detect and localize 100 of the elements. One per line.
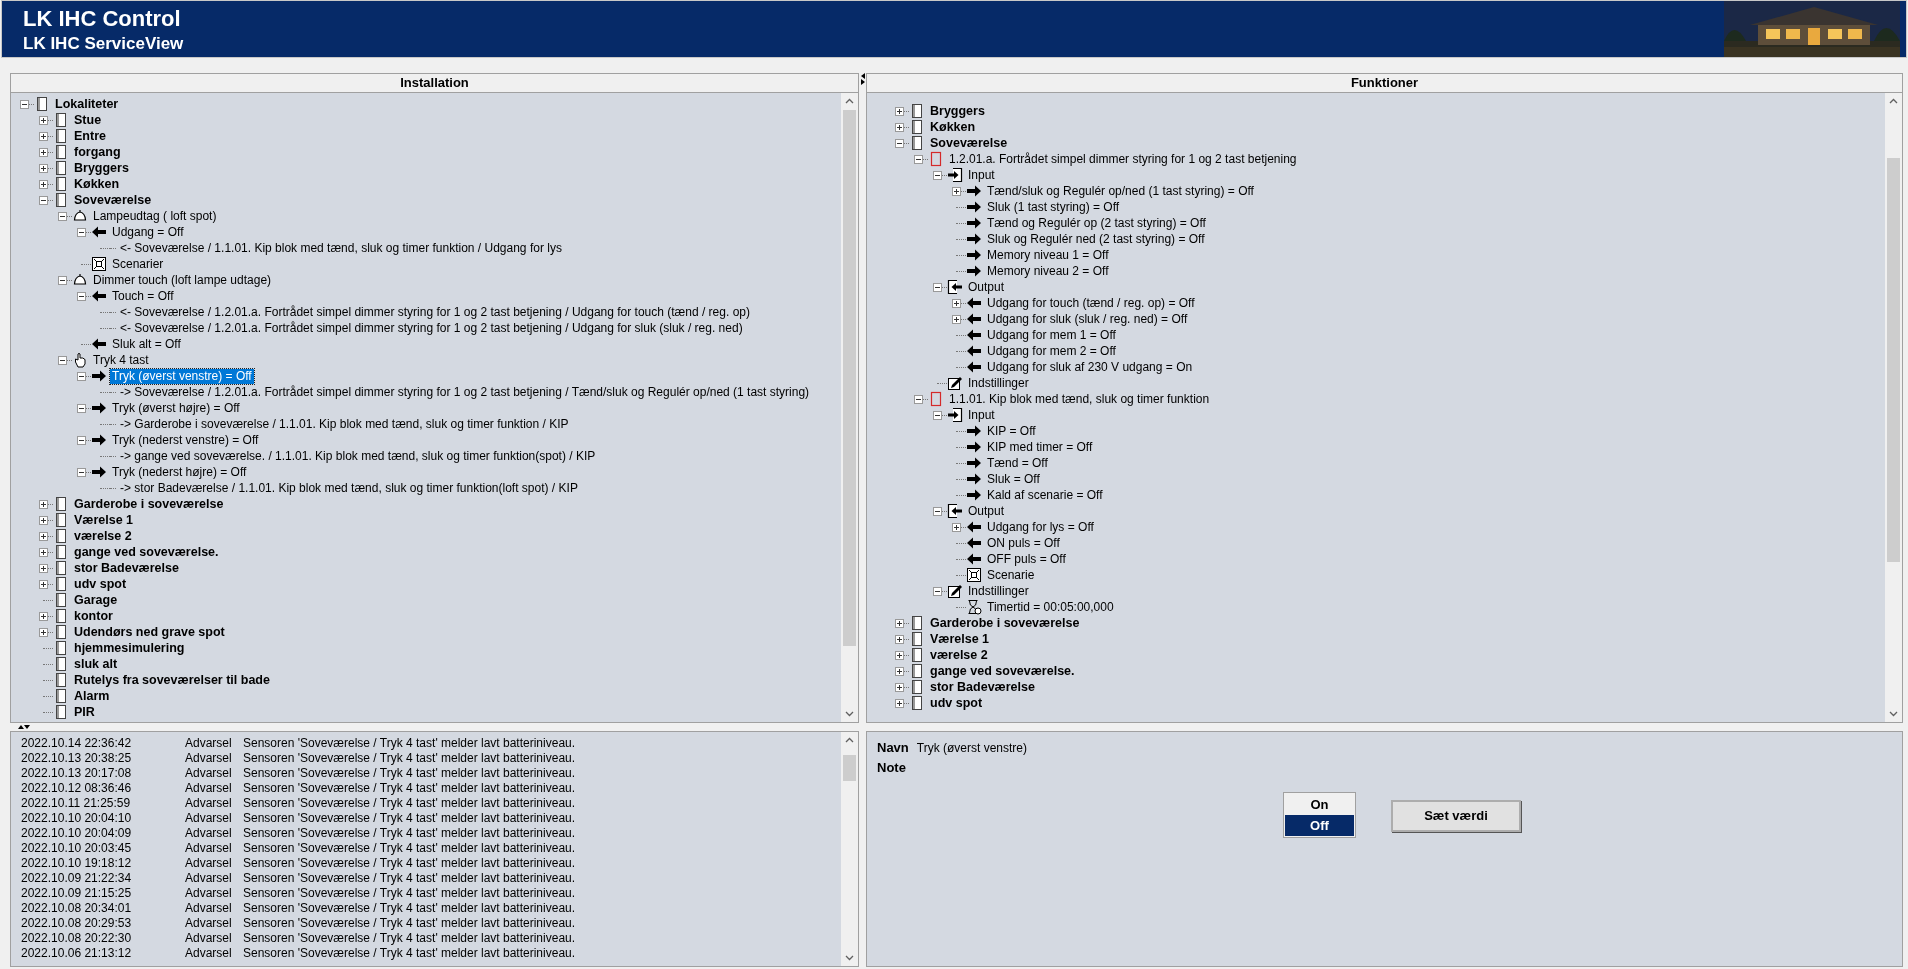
tree-item[interactable]: udv spot bbox=[72, 576, 129, 592]
tree-item[interactable]: Udgang = Off bbox=[110, 224, 186, 240]
tree-item[interactable]: Rutelys fra soveværelser til bade bbox=[72, 672, 272, 688]
tree-item[interactable]: Garderobe i soveværelse bbox=[928, 615, 1082, 631]
tree-item[interactable]: Værelse 1 bbox=[72, 512, 136, 528]
collapse-icon[interactable] bbox=[933, 586, 942, 596]
list-option[interactable]: On bbox=[1285, 794, 1354, 815]
tree-item[interactable]: <- Soveværelse / 1.1.01. Kip blok med tænd, sluk og timer funktion / Udgang for lys bbox=[118, 240, 564, 256]
expand-icon[interactable] bbox=[895, 618, 904, 628]
expand-icon[interactable] bbox=[39, 147, 48, 157]
tree-item[interactable]: -> Soveværelse / 1.2.01.a. Fortrådet simpel dimmer styring for 1 og 2 tast betjening / Tænd/sluk og Regulér op/ned (1 tast styring) bbox=[118, 384, 812, 400]
tree-item[interactable]: 1.2.01.a. Fortrådet simpel dimmer styring for 1 og 2 tast betjening bbox=[947, 151, 1299, 167]
tree-item[interactable]: Scenarie bbox=[985, 567, 1037, 583]
tree-item[interactable]: Lampeudtag ( loft spot) bbox=[91, 208, 219, 224]
tree-item[interactable]: Tryk (øverst højre) = Off bbox=[110, 400, 242, 416]
tree-item[interactable]: -> gange ved soveværelse. / 1.1.01. Kip blok med tænd, sluk og timer funktion(spot) / KIP bbox=[118, 448, 598, 464]
collapse-icon[interactable] bbox=[58, 275, 67, 285]
tree-item[interactable]: Tænd og Regulér op (2 tast styring) = Off bbox=[985, 215, 1208, 231]
tree-item[interactable]: Output bbox=[966, 503, 1007, 519]
expand-icon[interactable] bbox=[952, 298, 961, 308]
tree-item[interactable]: Sluk (1 tast styring) = Off bbox=[985, 199, 1122, 215]
expand-icon[interactable] bbox=[895, 650, 904, 660]
tree-item[interactable]: Bryggers bbox=[72, 160, 131, 176]
tree-item[interactable]: Udgang for touch (tænd / reg. op) = Off bbox=[985, 295, 1197, 311]
expand-icon[interactable] bbox=[39, 163, 48, 173]
tree-item[interactable]: Soveværelse bbox=[928, 135, 1010, 151]
collapse-icon[interactable] bbox=[77, 291, 86, 301]
tree-item[interactable]: hjemmesimulering bbox=[72, 640, 187, 656]
list-option[interactable]: Off bbox=[1285, 815, 1354, 836]
tree-item[interactable]: Tænd = Off bbox=[985, 455, 1050, 471]
tree-item[interactable]: -> Garderobe i soveværelse / 1.1.01. Kip blok med tænd, sluk og timer funktion / KIP bbox=[118, 416, 571, 432]
tree-item[interactable]: Udgang for lys = Off bbox=[985, 519, 1096, 535]
tree-item[interactable]: Udgang for sluk af 230 V udgang = On bbox=[985, 359, 1195, 375]
expand-icon[interactable] bbox=[39, 563, 48, 573]
tree-item[interactable]: kontor bbox=[72, 608, 115, 624]
expand-icon[interactable] bbox=[39, 131, 48, 141]
tree-item[interactable]: Sluk og Regulér ned (2 tast styring) = Off bbox=[985, 231, 1207, 247]
scroll-thumb[interactable] bbox=[843, 110, 856, 646]
tree-item[interactable]: Indstillinger bbox=[966, 375, 1031, 391]
expand-icon[interactable] bbox=[952, 314, 961, 324]
tree-item[interactable]: Bryggers bbox=[928, 103, 987, 119]
tree-item[interactable]: Soveværelse bbox=[72, 192, 154, 208]
collapse-icon[interactable] bbox=[58, 355, 67, 365]
collapse-icon[interactable] bbox=[77, 227, 86, 237]
tree-item[interactable]: Stue bbox=[72, 112, 104, 128]
expand-icon[interactable] bbox=[895, 634, 904, 644]
expand-icon[interactable] bbox=[895, 122, 904, 132]
tree-item[interactable]: Køkken bbox=[928, 119, 978, 135]
tree-item[interactable]: gange ved soveværelse. bbox=[72, 544, 221, 560]
splitter-arrows-icon[interactable] bbox=[17, 724, 31, 730]
tree-item[interactable]: KIP = Off bbox=[985, 423, 1038, 439]
tree-item[interactable]: Tryk 4 tast bbox=[91, 352, 151, 368]
tree-item[interactable]: <- Soveværelse / 1.2.01.a. Fortrådet simpel dimmer styring for 1 og 2 tast betjening / Udgang for sluk (sluk / reg. ned) bbox=[118, 320, 745, 336]
tree-item[interactable]: <- Soveværelse / 1.2.01.a. Fortrådet simpel dimmer styring for 1 og 2 tast betjening / Udgang for touch (tænd / reg. op) bbox=[118, 304, 752, 320]
tree-item[interactable]: KIP med timer = Off bbox=[985, 439, 1095, 455]
tree-item[interactable]: Output bbox=[966, 279, 1007, 295]
tree-item[interactable]: Køkken bbox=[72, 176, 122, 192]
tree-item[interactable]: forgang bbox=[72, 144, 123, 160]
collapse-icon[interactable] bbox=[914, 154, 923, 164]
expand-icon[interactable] bbox=[39, 627, 48, 637]
collapse-icon[interactable] bbox=[914, 394, 923, 404]
expand-icon[interactable] bbox=[895, 666, 904, 676]
tree-item[interactable]: værelse 2 bbox=[72, 528, 134, 544]
expand-icon[interactable] bbox=[895, 682, 904, 692]
expand-icon[interactable] bbox=[39, 531, 48, 541]
collapse-icon[interactable] bbox=[933, 410, 942, 420]
tree-item[interactable]: Memory niveau 1 = Off bbox=[985, 247, 1111, 263]
tree-item[interactable]: sluk alt bbox=[72, 656, 120, 672]
tree-item[interactable]: Garage bbox=[72, 592, 120, 608]
expand-icon[interactable] bbox=[39, 179, 48, 189]
tree-item[interactable]: stor Badeværelse bbox=[72, 560, 181, 576]
tree-item[interactable]: Værelse 1 bbox=[928, 631, 992, 647]
tree-item[interactable]: Timertid = 00:05:00,000 bbox=[985, 599, 1116, 615]
collapse-icon[interactable] bbox=[77, 467, 86, 477]
tree-item[interactable]: Kald af scenarie = Off bbox=[985, 487, 1105, 503]
tree-item[interactable]: gange ved soveværelse. bbox=[928, 663, 1077, 679]
collapse-icon[interactable] bbox=[933, 282, 942, 292]
tree-item[interactable]: Lokaliteter bbox=[53, 96, 121, 112]
tree-item[interactable]: Input bbox=[966, 167, 997, 183]
tree-item[interactable]: -> stor Badeværelse / 1.1.01. Kip blok med tænd, sluk og timer funktion(loft spot) / KIP bbox=[118, 480, 580, 496]
expand-icon[interactable] bbox=[39, 515, 48, 525]
tree-item[interactable]: Touch = Off bbox=[110, 288, 176, 304]
collapse-icon[interactable] bbox=[77, 435, 86, 445]
set-value-button[interactable]: Sæt værdi bbox=[1391, 800, 1521, 832]
tree-item[interactable]: Udgang for mem 2 = Off bbox=[985, 343, 1118, 359]
collapse-icon[interactable] bbox=[895, 138, 904, 148]
expand-icon[interactable] bbox=[39, 611, 48, 621]
tree-item[interactable]: Memory niveau 2 = Off bbox=[985, 263, 1111, 279]
collapse-icon[interactable] bbox=[20, 99, 29, 109]
expand-icon[interactable] bbox=[39, 547, 48, 557]
tree-item[interactable]: udv spot bbox=[928, 695, 985, 711]
tree-item[interactable]: Dimmer touch (loft lampe udtage) bbox=[91, 272, 274, 288]
collapse-icon[interactable] bbox=[58, 211, 67, 221]
expand-icon[interactable] bbox=[952, 522, 961, 532]
tree-item[interactable]: ON puls = Off bbox=[985, 535, 1062, 551]
tree-item[interactable]: Udendørs ned grave spot bbox=[72, 624, 227, 640]
tree-item[interactable]: Tænd/sluk og Regulér op/ned (1 tast styring) = Off bbox=[985, 183, 1256, 199]
expand-icon[interactable] bbox=[39, 579, 48, 589]
tree-item[interactable]: Input bbox=[966, 407, 997, 423]
tree-item[interactable]: PIR bbox=[72, 704, 97, 720]
